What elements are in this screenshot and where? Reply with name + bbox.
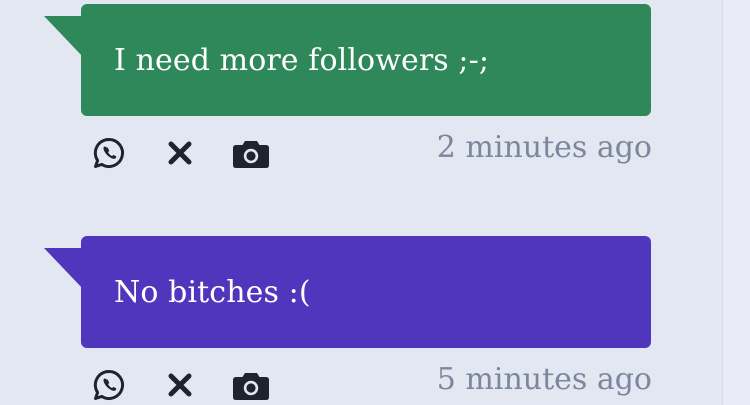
bubble-tail xyxy=(44,248,84,290)
right-panel-edge xyxy=(722,0,750,405)
timestamp: 2 minutes ago xyxy=(436,130,652,165)
bubble-tail xyxy=(44,16,84,58)
camera-icon xyxy=(233,373,269,400)
close-button[interactable] xyxy=(161,366,199,404)
message-text: I need more followers ;-; xyxy=(114,42,490,78)
post-actions xyxy=(90,366,303,404)
camera-button[interactable] xyxy=(232,366,270,404)
timestamp: 5 minutes ago xyxy=(436,362,652,397)
close-button[interactable] xyxy=(161,134,199,172)
message-bubble: No bitches :( xyxy=(81,236,651,348)
message-bubble: I need more followers ;-; xyxy=(81,4,651,116)
whatsapp-icon xyxy=(93,369,125,400)
close-icon xyxy=(168,373,192,397)
share-whatsapp-button[interactable] xyxy=(90,366,128,404)
camera-button[interactable] xyxy=(232,134,270,172)
share-whatsapp-button[interactable] xyxy=(90,134,128,172)
whatsapp-icon xyxy=(93,137,125,168)
camera-icon xyxy=(233,141,269,168)
close-icon xyxy=(168,141,192,165)
post-actions xyxy=(90,134,303,172)
message-text: No bitches :( xyxy=(114,274,311,310)
